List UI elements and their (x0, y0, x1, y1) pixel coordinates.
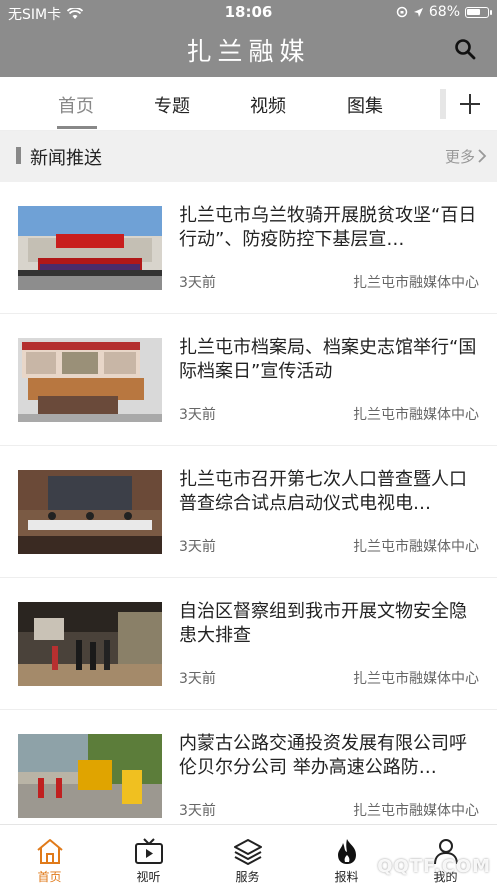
layers-icon (234, 839, 262, 865)
news-time: 3天前 (179, 407, 216, 423)
location-icon (413, 7, 423, 17)
nav-av[interactable]: 视听 (99, 825, 198, 883)
tv-icon (135, 838, 163, 864)
status-right: 68% (396, 4, 492, 20)
tab-video[interactable]: 视频 (250, 92, 286, 118)
news-source: 扎兰屯市融媒体中心 (353, 671, 479, 687)
fire-icon (338, 839, 356, 864)
news-item[interactable]: 扎兰屯市档案局、档案史志馆举行“国际档案日”宣传活动 3天前 扎兰屯市融媒体中心 (0, 314, 497, 446)
news-title: 扎兰屯市档案局、档案史志馆举行“国际档案日”宣传活动 (179, 337, 477, 382)
active-tab-indicator (57, 126, 97, 129)
nav-label: 服务 (235, 870, 260, 883)
tab-gallery[interactable]: 图集 (347, 92, 383, 118)
news-title: 内蒙古公路交通投资发展有限公司呼伦贝尔分公司 举办高速公路防… (179, 733, 467, 778)
chevron-right-icon[interactable] (477, 149, 487, 163)
add-channel-icon[interactable] (459, 93, 481, 115)
home-icon (37, 839, 63, 864)
battery-percent: 68% (428, 4, 460, 20)
nav-label: 首页 (37, 870, 62, 883)
news-source: 扎兰屯市融媒体中心 (353, 275, 479, 291)
news-thumbnail (18, 602, 162, 686)
section-header: 新闻推送 更多 (0, 131, 497, 182)
section-marker (16, 147, 21, 164)
news-time: 3天前 (179, 803, 216, 819)
news-thumbnail (18, 206, 162, 290)
news-item[interactable]: 扎兰屯市召开第七次人口普查暨人口普查综合试点启动仪式电视电… 3天前 扎兰屯市融… (0, 446, 497, 578)
news-source: 扎兰屯市融媒体中心 (353, 539, 479, 555)
news-item[interactable]: 扎兰屯市乌兰牧骑开展脱贫攻坚“百日行动”、防疫防控下基层宣… 3天前 扎兰屯市融… (0, 182, 497, 314)
more-link[interactable]: 更多 (445, 146, 475, 167)
tab-home[interactable]: 首页 (58, 92, 94, 118)
watermark: QQTF.COM (377, 856, 491, 877)
nav-service[interactable]: 服务 (198, 825, 297, 883)
news-thumbnail (18, 734, 162, 818)
news-title: 自治区督察组到我市开展文物安全隐患大排查 (179, 601, 467, 646)
news-time: 3天前 (179, 671, 216, 687)
battery-icon (465, 6, 492, 18)
news-source: 扎兰屯市融媒体中心 (353, 803, 479, 819)
nav-home[interactable]: 首页 (0, 825, 99, 883)
news-title: 扎兰屯市召开第七次人口普查暨人口普查综合试点启动仪式电视电… (179, 469, 467, 514)
news-item[interactable]: 内蒙古公路交通投资发展有限公司呼伦贝尔分公司 举办高速公路防… 3天前 扎兰屯市… (0, 710, 497, 842)
top-bar: 无SIM卡 18:06 68% 扎兰融媒 (0, 0, 497, 77)
battery-fill (467, 8, 480, 15)
news-thumbnail (18, 470, 162, 554)
channel-tabs: 首页 专题 视频 图集 (0, 77, 497, 131)
news-source: 扎兰屯市融媒体中心 (353, 407, 479, 423)
section-title: 新闻推送 (30, 148, 102, 169)
nav-label: 视听 (136, 870, 161, 883)
news-time: 3天前 (179, 539, 216, 555)
tab-topics[interactable]: 专题 (154, 92, 190, 118)
news-title: 扎兰屯市乌兰牧骑开展脱贫攻坚“百日行动”、防疫防控下基层宣… (179, 205, 477, 250)
news-thumbnail (18, 338, 162, 422)
news-item[interactable]: 自治区督察组到我市开展文物安全隐患大排查 3天前 扎兰屯市融媒体中心 (0, 578, 497, 710)
app-title: 扎兰融媒 (186, 37, 311, 66)
search-icon[interactable] (453, 37, 477, 61)
orientation-lock-icon (396, 6, 408, 18)
tabs-fade-edge (440, 89, 446, 119)
status-bar: 无SIM卡 18:06 68% (0, 0, 497, 26)
news-time: 3天前 (179, 275, 216, 291)
